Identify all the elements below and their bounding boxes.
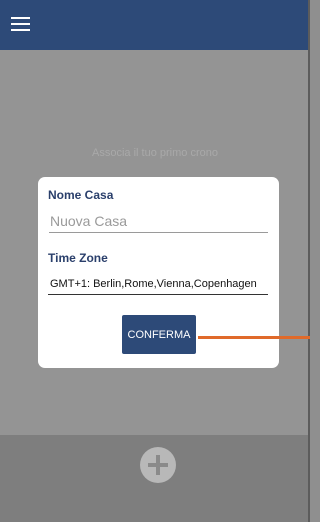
new-home-dialog: Nome Casa Time Zone GMT+1: Berlin,Rome,V… bbox=[38, 177, 279, 368]
bottom-bar bbox=[0, 435, 310, 522]
add-icon[interactable] bbox=[140, 447, 176, 483]
timezone-select[interactable]: GMT+1: Berlin,Rome,Vienna,Copenhagen bbox=[48, 275, 268, 295]
home-name-input[interactable] bbox=[49, 210, 268, 233]
menu-icon[interactable] bbox=[11, 17, 31, 33]
timezone-label: Time Zone bbox=[48, 251, 108, 265]
empty-state-message: Associa il tuo primo crono bbox=[92, 147, 218, 159]
home-name-label: Nome Casa bbox=[48, 188, 114, 202]
confirm-button[interactable]: CONFERMA bbox=[122, 315, 196, 354]
callout-pointer-line bbox=[198, 336, 310, 339]
screen-edge-divider bbox=[308, 0, 310, 522]
app-header bbox=[0, 0, 310, 50]
